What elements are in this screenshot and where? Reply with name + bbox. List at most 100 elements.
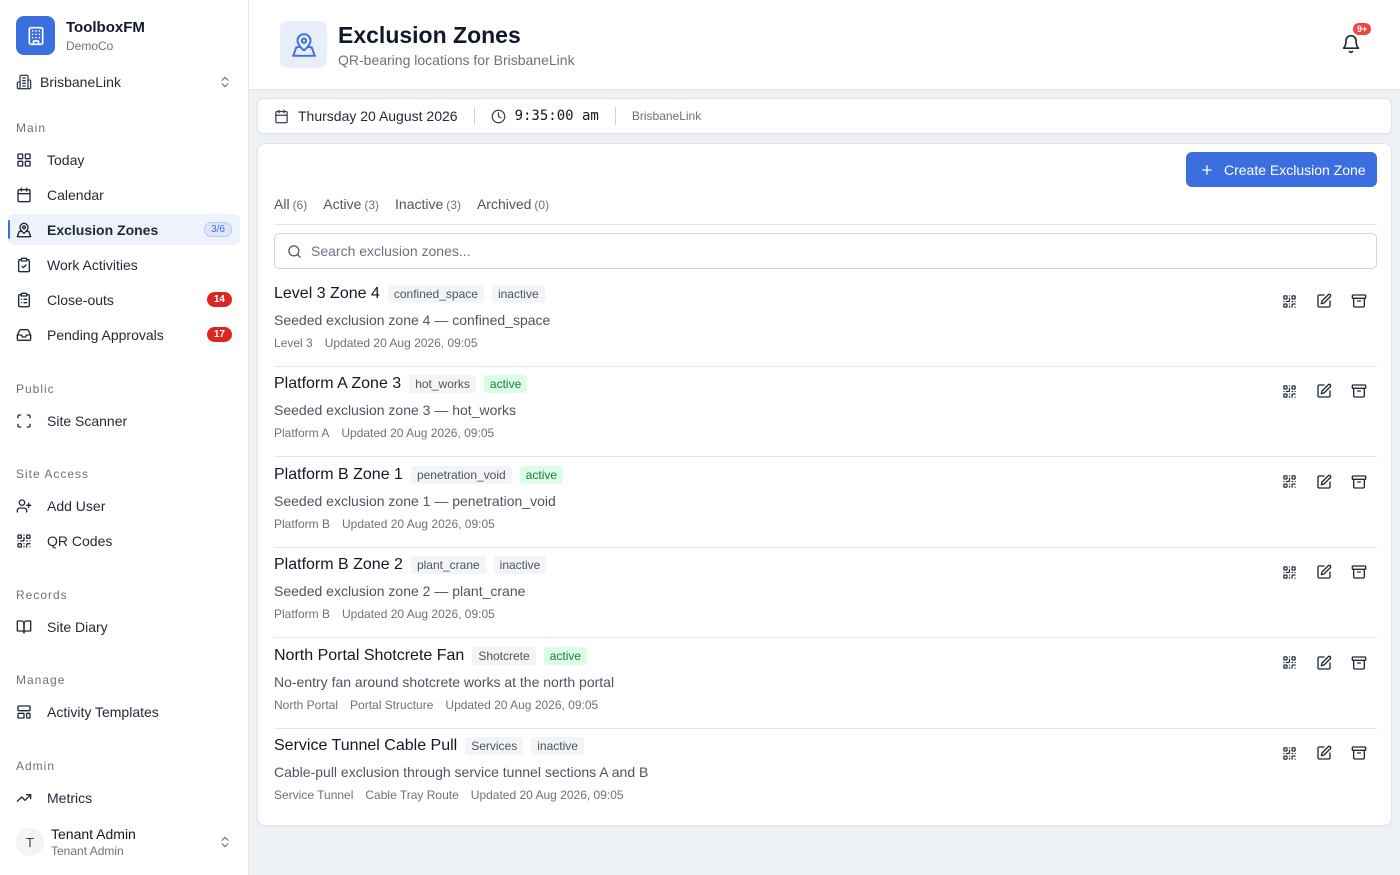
location-user-icon	[280, 21, 327, 68]
zone-row[interactable]: Level 3 Zone 4 confined_space inactive S…	[274, 277, 1377, 367]
zone-meta-item: Updated 20 Aug 2026, 09:05	[470, 788, 624, 802]
qr-code-button[interactable]	[1279, 381, 1299, 401]
tab-active[interactable]: Active (3)	[323, 196, 379, 212]
qr-code-button[interactable]	[1279, 472, 1299, 492]
sidebar-item-add-user[interactable]: Add User	[8, 490, 240, 521]
sidebar-item-label: Add User	[47, 497, 106, 514]
sidebar-item-today[interactable]: Today	[8, 144, 240, 175]
notifications-badge: 9+	[1353, 23, 1372, 35]
zone-meta: Service Tunnel Cable Tray Route Updated 20…	[274, 788, 636, 802]
tab-archived[interactable]: Archived (0)	[477, 196, 549, 212]
edit-button[interactable]	[1314, 562, 1334, 582]
sidebar-item-pending-approvals[interactable]: Pending Approvals 17	[8, 319, 240, 350]
zone-name[interactable]: Platform B Zone 2	[274, 556, 403, 574]
sidebar-item-label: Exclusion Zones	[47, 221, 159, 238]
zone-meta-item: Platform B	[274, 516, 331, 531]
sidebar-item-metrics[interactable]: Metrics	[8, 782, 240, 813]
archive-button[interactable]	[1349, 743, 1369, 763]
zone-meta-item: Portal Structure	[350, 697, 434, 712]
divider	[274, 224, 1377, 225]
archive-button[interactable]	[1349, 562, 1369, 582]
zone-meta-item: Platform A	[274, 426, 330, 441]
archive-button[interactable]	[1349, 472, 1369, 492]
edit-button[interactable]	[1314, 381, 1334, 401]
archive-button[interactable]	[1349, 653, 1369, 673]
qr-code-icon	[1282, 746, 1297, 761]
zone-row[interactable]: Platform B Zone 1 penetration_void activ…	[274, 458, 1377, 548]
archive-icon	[1351, 383, 1367, 399]
calendar-icon	[274, 109, 289, 124]
site-selector[interactable]: BrisbaneLink	[16, 70, 232, 94]
zone-name[interactable]: North Portal Shotcrete Fan	[274, 647, 464, 665]
sidebar-item-exclusion-zones[interactable]: Exclusion Zones 3/6	[8, 214, 240, 245]
page-title: Exclusion Zones	[338, 22, 521, 48]
notifications-button[interactable]	[1341, 34, 1361, 54]
zone-row[interactable]: Service Tunnel Cable Pull Services inact…	[274, 729, 1377, 819]
zone-meta-item: Platform B	[274, 607, 331, 622]
qr-code-button[interactable]	[1279, 291, 1299, 311]
edit-button[interactable]	[1314, 291, 1334, 311]
inbox-icon	[16, 327, 32, 343]
edit-button[interactable]	[1314, 743, 1334, 763]
tab-all[interactable]: All (6)	[274, 196, 307, 212]
archive-button[interactable]	[1349, 291, 1369, 311]
sidebar-item-site-scanner[interactable]: Site Scanner	[8, 405, 240, 436]
qr-code-button[interactable]	[1279, 653, 1299, 673]
tab-count: (6)	[292, 198, 308, 212]
search-icon	[287, 244, 302, 259]
zone-name[interactable]: Level 3 Zone 4	[274, 285, 380, 303]
zone-name[interactable]: Platform B Zone 1	[274, 466, 403, 484]
site-selector-value: BrisbaneLink	[40, 74, 121, 90]
sidebar-item-label: Close-outs	[47, 291, 114, 308]
zone-description: Seeded exclusion zone 4 — confined_space	[274, 312, 551, 328]
user-role: Tenant Admin	[51, 843, 124, 858]
nav-section-public: Public	[16, 382, 55, 396]
zone-row[interactable]: Platform A Zone 3 hot_works active Seede…	[274, 367, 1377, 458]
archive-button[interactable]	[1349, 381, 1369, 401]
qr-code-icon	[1282, 565, 1297, 580]
zone-description: Seeded exclusion zone 1 — penetration_vo…	[274, 492, 556, 509]
edit-button[interactable]	[1314, 653, 1334, 673]
zone-meta-item: Service Tunnel	[274, 788, 354, 802]
page-subtitle: QR-bearing locations for BrisbaneLink	[338, 52, 575, 68]
sidebar: ToolboxFM DemoCo BrisbaneLink Main Today…	[0, 0, 249, 875]
scan-icon	[16, 413, 32, 429]
zone-count-badge: 3/6	[204, 222, 232, 237]
tab-inactive[interactable]: Inactive (3)	[395, 196, 461, 212]
exclusion-zones-card: Create Exclusion Zone All (6) Active (3) I…	[257, 143, 1392, 826]
chevrons-up-down-icon	[218, 75, 232, 89]
zone-row[interactable]: North Portal Shotcrete Fan Shotcrete act…	[274, 639, 1377, 729]
sidebar-item-close-outs[interactable]: Close-outs 14	[8, 284, 240, 315]
zone-name[interactable]: Service Tunnel Cable Pull	[274, 737, 457, 755]
current-date: Thursday 20 August 2026	[298, 108, 458, 124]
tab-count: (3)	[446, 198, 461, 212]
user-plus-icon	[16, 498, 32, 514]
sidebar-item-qr-codes[interactable]: QR Codes	[8, 525, 240, 556]
search-input[interactable]	[311, 243, 1311, 259]
zone-category-chip: Shotcrete	[472, 646, 536, 665]
brand[interactable]: ToolboxFM DemoCo	[16, 16, 145, 55]
current-site: BrisbaneLink	[631, 109, 702, 123]
sidebar-item-site-diary[interactable]: Site Diary	[8, 611, 240, 642]
bell-icon	[1341, 34, 1361, 54]
zone-name[interactable]: Platform A Zone 3	[274, 375, 401, 393]
calendar-icon	[16, 187, 32, 203]
nav-section-main: Main	[16, 121, 47, 135]
sidebar-item-work-activities[interactable]: Work Activities	[8, 249, 240, 280]
status-badge: inactive	[491, 285, 545, 303]
qr-code-button[interactable]	[1279, 562, 1299, 582]
zone-meta-item: Updated 20 Aug 2026, 09:05	[342, 516, 495, 531]
sidebar-item-calendar[interactable]: Calendar	[8, 179, 240, 210]
zone-actions	[1264, 472, 1369, 492]
sidebar-item-label: Pending Approvals	[47, 326, 164, 343]
zone-row[interactable]: Platform B Zone 2 plant_crane inactive S…	[274, 548, 1377, 639]
zone-description: No-entry fan around shotcrete works at t…	[274, 673, 615, 690]
user-menu[interactable]: T Tenant Admin Tenant Admin	[16, 823, 232, 861]
sidebar-item-activity-templates[interactable]: Activity Templates	[8, 696, 240, 727]
qr-code-button[interactable]	[1279, 743, 1299, 763]
close-outs-count-badge: 14	[206, 292, 232, 307]
edit-button[interactable]	[1314, 472, 1334, 492]
create-exclusion-zone-button[interactable]: Create Exclusion Zone	[1186, 152, 1377, 187]
page-header: Exclusion Zones QR-bearing locations for…	[249, 0, 1400, 90]
tab-label: All	[274, 196, 290, 212]
